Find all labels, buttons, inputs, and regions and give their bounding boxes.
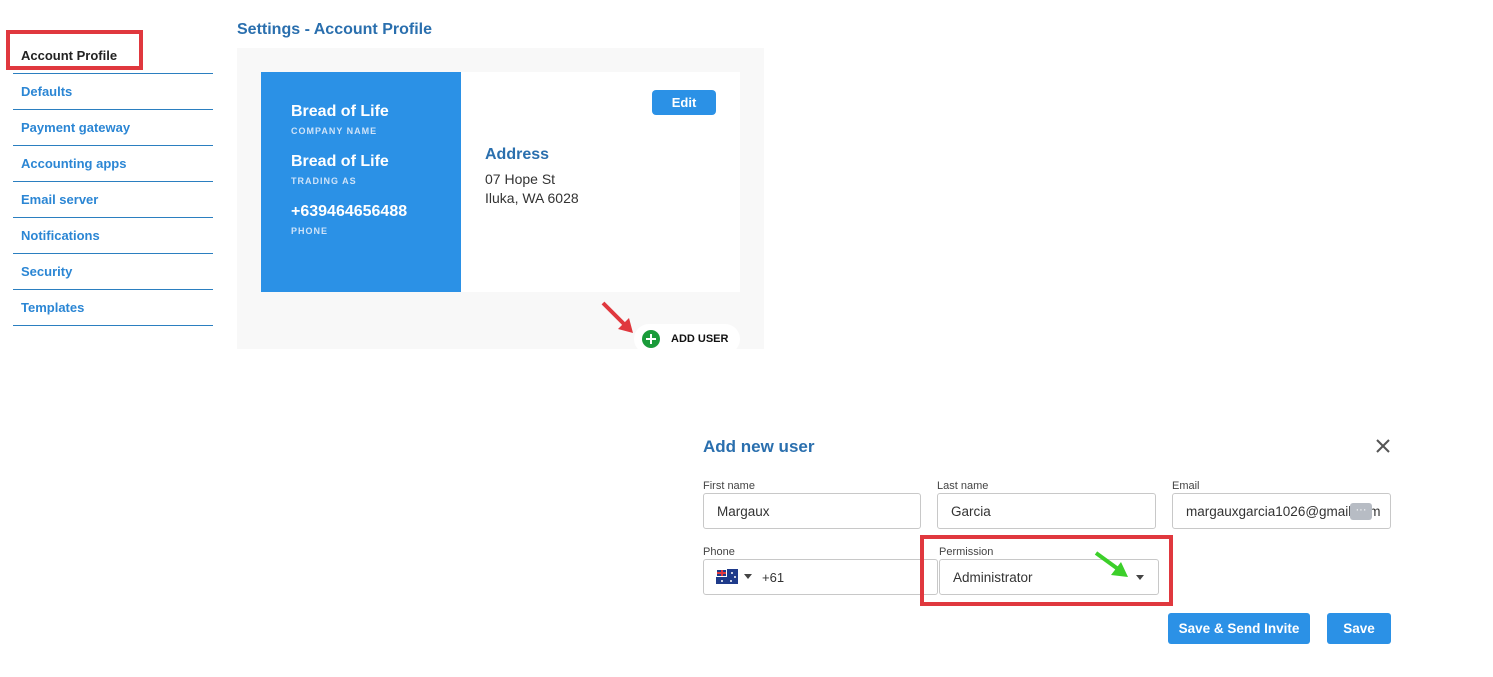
page-title: Settings - Account Profile: [237, 21, 432, 38]
password-manager-icon[interactable]: ···: [1350, 503, 1372, 520]
first-name-input[interactable]: Margaux: [703, 493, 921, 529]
country-dropdown-icon[interactable]: [744, 574, 752, 579]
plus-circle-icon: [642, 330, 660, 348]
australia-flag-icon[interactable]: [716, 569, 738, 584]
address-title: Address: [485, 146, 550, 163]
sidebar-item-templates[interactable]: Templates: [13, 290, 213, 326]
company-name: Bread of Life: [291, 103, 389, 120]
annotation-highlight-account-profile: [6, 30, 143, 70]
modal-title: Add new user: [703, 437, 815, 456]
sidebar-item-notifications[interactable]: Notifications: [13, 218, 213, 254]
profile-panel: Bread of Life COMPANY NAME Bread of Life…: [237, 48, 764, 354]
phone-label: Phone: [703, 546, 735, 558]
company-phone: +639464656488: [291, 203, 408, 220]
save-and-send-invite-button[interactable]: Save & Send Invite: [1168, 613, 1310, 644]
trading-as-label: TRADING AS: [291, 176, 357, 186]
annotation-arrow-red: [601, 301, 633, 333]
close-icon[interactable]: [1373, 436, 1393, 456]
email-input[interactable]: margauxgarcia1026@gmail.com ···: [1172, 493, 1391, 529]
profile-card: Bread of Life COMPANY NAME Bread of Life…: [261, 72, 740, 292]
sidebar-item-email-server[interactable]: Email server: [13, 182, 213, 218]
phone-input[interactable]: +61: [703, 559, 938, 595]
email-label: Email: [1172, 480, 1200, 492]
address-line-2: Iluka, WA 6028: [485, 190, 579, 206]
sidebar-item-defaults[interactable]: Defaults: [13, 74, 213, 110]
last-name-label: Last name: [937, 480, 989, 492]
sidebar-item-security[interactable]: Security: [13, 254, 213, 290]
sidebar-item-accounting-apps[interactable]: Accounting apps: [13, 146, 213, 182]
company-info-block: Bread of Life COMPANY NAME Bread of Life…: [261, 72, 461, 292]
trading-as: Bread of Life: [291, 153, 389, 170]
settings-sidebar: Account Profile Defaults Payment gateway…: [13, 38, 213, 326]
add-user-button[interactable]: ADD USER: [634, 324, 740, 354]
company-phone-label: PHONE: [291, 226, 329, 236]
phone-country-code: +61: [762, 569, 785, 585]
save-button[interactable]: Save: [1327, 613, 1391, 644]
annotation-highlight-permission: [920, 535, 1173, 606]
address-line-1: 07 Hope St: [485, 171, 556, 187]
last-name-input[interactable]: Garcia: [937, 493, 1156, 529]
first-name-label: First name: [703, 480, 755, 492]
add-user-label: ADD USER: [671, 333, 729, 345]
company-name-label: COMPANY NAME: [291, 126, 378, 136]
sidebar-item-payment-gateway[interactable]: Payment gateway: [13, 110, 213, 146]
edit-button[interactable]: Edit: [652, 90, 716, 115]
annotation-arrow-green: [1094, 551, 1128, 577]
